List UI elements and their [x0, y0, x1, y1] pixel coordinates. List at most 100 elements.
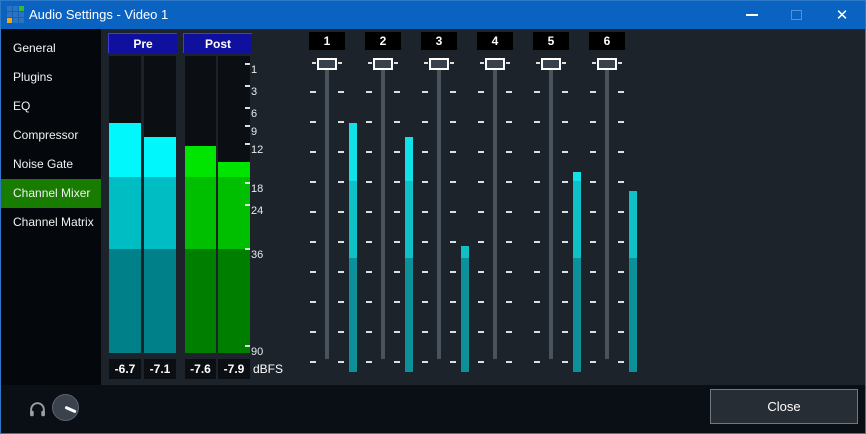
sidebar-item-label: General: [13, 41, 56, 55]
close-window-button[interactable]: ✕: [822, 1, 862, 29]
vmix-logo-icon: [7, 6, 24, 23]
fader-tick-column: [422, 91, 428, 363]
headphone-volume-knob[interactable]: [52, 394, 79, 421]
fader-tick-column: [394, 91, 400, 363]
meter-unlit: [629, 63, 637, 191]
sidebar-item-noise-gate[interactable]: Noise Gate: [1, 150, 101, 179]
channel-number: 6: [589, 32, 625, 50]
sidebar-item-plugins[interactable]: Plugins: [1, 63, 101, 92]
channel-number: 5: [533, 32, 569, 50]
meter-unlit: [185, 56, 216, 146]
scale-tick: [245, 143, 250, 145]
scale-mark: 24: [245, 204, 275, 220]
post-left-db-value: -7.6: [185, 359, 216, 379]
pre-meter-left: [109, 56, 141, 353]
minimize-button[interactable]: [732, 1, 772, 29]
sidebar-item-label: Channel Mixer: [13, 186, 90, 200]
maximize-icon: [791, 10, 802, 20]
fader-handle[interactable]: [373, 58, 393, 70]
fader-tick-column: [590, 91, 596, 363]
fader-handle[interactable]: [429, 58, 449, 70]
fader-track[interactable]: [549, 69, 553, 359]
scale-mark: 12: [245, 143, 275, 159]
fader-tick: [450, 62, 454, 64]
scale-tick: [245, 125, 250, 127]
scale-label: 9: [251, 126, 257, 139]
fader-tick-column: [338, 91, 344, 363]
pre-right-db-value: -7.1: [144, 359, 176, 379]
fader-tick: [618, 62, 622, 64]
fader-tick: [394, 62, 398, 64]
fader-tick: [562, 62, 566, 64]
channel-strip-6: 6: [579, 1, 635, 385]
sidebar-item-channel-matrix[interactable]: Channel Matrix: [1, 208, 101, 237]
sidebar-item-label: Noise Gate: [13, 157, 73, 171]
maximize-button: [776, 1, 816, 29]
fader-track[interactable]: [325, 69, 329, 359]
pre-meter-header: Pre: [108, 33, 177, 53]
post-meter-header: Post: [183, 33, 252, 53]
fader-tick: [338, 62, 342, 64]
minimize-icon: [746, 14, 758, 16]
scale-label: 6: [251, 108, 257, 121]
fader-track[interactable]: [437, 69, 441, 359]
scale-tick: [245, 248, 250, 250]
scale-tick: [245, 182, 250, 184]
fader-tick-column: [310, 91, 316, 363]
channel-number: 1: [309, 32, 345, 50]
headphones-icon[interactable]: [28, 400, 47, 419]
sidebar-item-label: Compressor: [13, 128, 78, 142]
fader-track[interactable]: [381, 69, 385, 359]
channel-number: 4: [477, 32, 513, 50]
fader-tick: [506, 62, 510, 64]
scale-label: 90: [251, 346, 263, 359]
scale-tick: [245, 107, 250, 109]
sidebar-item-eq[interactable]: EQ: [1, 92, 101, 121]
fader-handle[interactable]: [597, 58, 617, 70]
close-button[interactable]: Close: [710, 389, 858, 424]
knob-pointer: [64, 406, 76, 414]
channel-meter: [629, 63, 637, 372]
channel-number: 2: [365, 32, 401, 50]
sidebar-item-label: EQ: [13, 99, 30, 113]
sidebar-item-label: Plugins: [13, 70, 52, 84]
meter-unlit: [144, 56, 176, 137]
fader-tick-column: [534, 91, 540, 363]
scale-mark: 18: [245, 182, 275, 198]
sidebar-item-general[interactable]: General: [1, 34, 101, 63]
scale-tick: [245, 345, 250, 347]
fader-tick-column: [450, 91, 456, 363]
audio-settings-dialog: Audio Settings - Video 1 ✕ General Plugi…: [0, 0, 866, 434]
scale-mark: 36: [245, 248, 275, 264]
scale-tick: [245, 63, 250, 65]
channel-strip-1: 1: [299, 1, 355, 385]
fader-tick: [424, 62, 428, 64]
fader-handle[interactable]: [485, 58, 505, 70]
meter-unlit: [109, 56, 141, 123]
sidebar-item-compressor[interactable]: Compressor: [1, 121, 101, 150]
fader-tick-column: [618, 91, 624, 363]
fader-tick-column: [506, 91, 512, 363]
post-meter-left: [185, 56, 216, 353]
fader-handle[interactable]: [317, 58, 337, 70]
fader-tick: [368, 62, 372, 64]
fader-track[interactable]: [493, 69, 497, 359]
post-right-db-value: -7.9: [218, 359, 250, 379]
channel-strip-2: 2: [355, 1, 411, 385]
scale-label: 18: [251, 183, 263, 196]
scale-label: 24: [251, 205, 263, 218]
scale-mark: 90: [245, 345, 275, 361]
window-title: Audio Settings - Video 1: [29, 1, 168, 29]
sidebar: General Plugins EQ Compressor Noise Gate…: [1, 29, 101, 385]
scale-mark: 3: [245, 85, 275, 101]
fader-handle[interactable]: [541, 58, 561, 70]
scale-mark: 1: [245, 63, 275, 79]
channel-strip-3: 3: [411, 1, 467, 385]
scale-label: 3: [251, 86, 257, 99]
fader-tick-column: [366, 91, 372, 363]
fader-track[interactable]: [605, 69, 609, 359]
scale-label: 36: [251, 249, 263, 262]
pre-left-db-value: -6.7: [109, 359, 141, 379]
sidebar-item-channel-mixer[interactable]: Channel Mixer: [1, 179, 101, 208]
scale-label: 1: [251, 64, 257, 77]
